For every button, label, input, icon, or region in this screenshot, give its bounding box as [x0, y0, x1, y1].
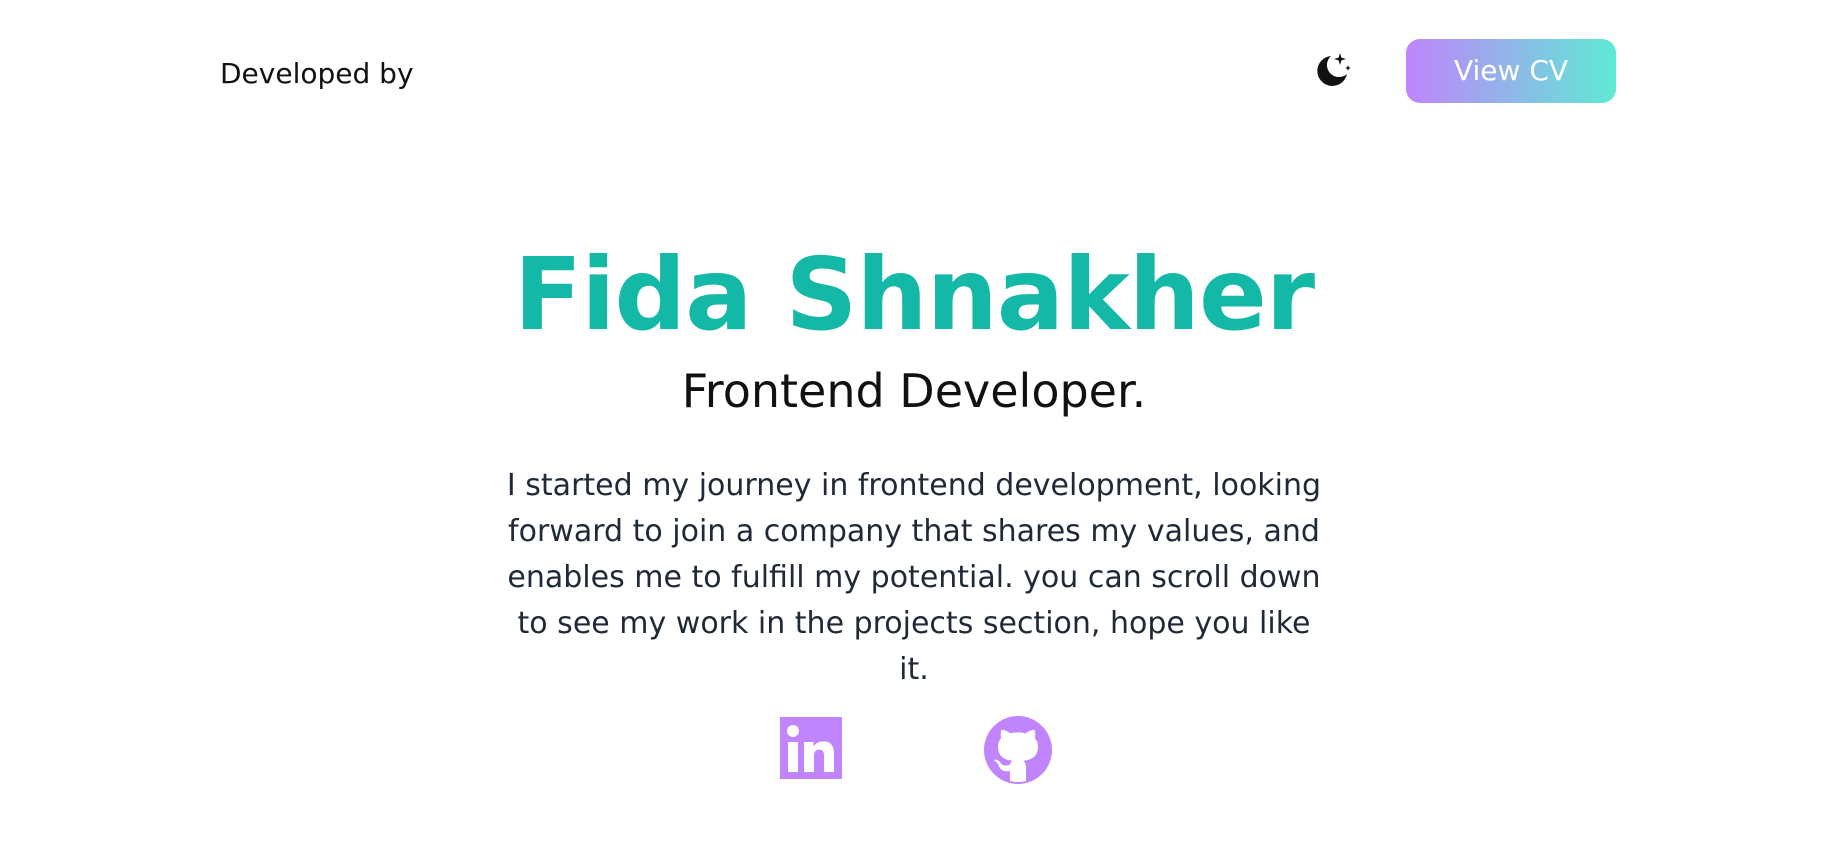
linkedin-icon — [778, 715, 848, 781]
moon-stars-icon — [1309, 48, 1353, 92]
hero-section: Fida Shnakher Frontend Developer. I star… — [0, 235, 1828, 693]
github-icon — [983, 715, 1053, 785]
social-links — [0, 715, 1828, 785]
developer-bio: I started my journey in frontend develop… — [506, 468, 1322, 687]
theme-toggle-button[interactable] — [1306, 45, 1356, 95]
portfolio-page: Developed by View CV Fida Shnakher Front… — [0, 0, 1828, 865]
developed-by-label: Developed by — [220, 57, 414, 90]
developer-role-subtitle: Frontend Developer. — [681, 364, 1147, 418]
developer-name-heading: Fida Shnakher — [513, 236, 1315, 353]
linkedin-link[interactable] — [778, 715, 848, 785]
github-link[interactable] — [983, 715, 1053, 785]
view-cv-button[interactable]: View CV — [1406, 39, 1616, 103]
top-navigation-bar: Developed by View CV — [0, 0, 1828, 150]
